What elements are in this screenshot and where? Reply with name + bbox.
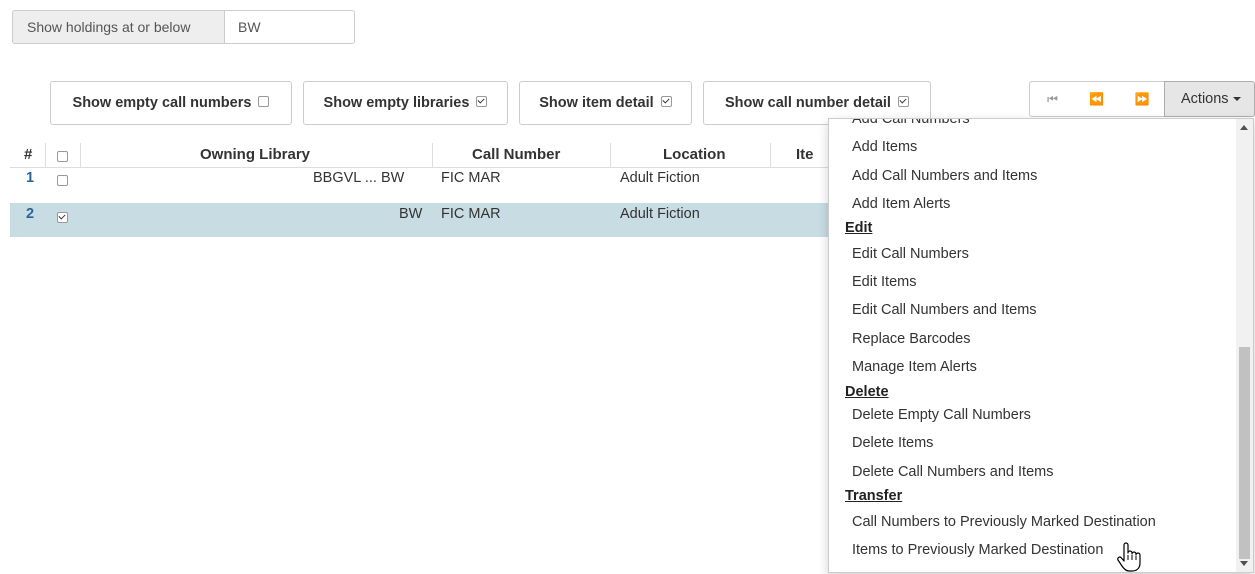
menu-item-edit-call-numbers[interactable]: Edit Call Numbers bbox=[852, 246, 969, 262]
grid-header: # Owning Library Call Number Location It… bbox=[10, 143, 840, 168]
checked-checkbox-icon bbox=[660, 96, 672, 107]
menu-scrollbar[interactable] bbox=[1236, 119, 1253, 572]
checkbox-icon bbox=[57, 175, 68, 186]
column-header-call-number[interactable]: Call Number bbox=[472, 146, 560, 163]
show-item-detail-toggle[interactable]: Show item detail bbox=[519, 81, 692, 125]
actions-label: Actions bbox=[1181, 91, 1229, 107]
checkbox-icon bbox=[258, 96, 270, 107]
next-page-icon: ⏩ bbox=[1134, 92, 1150, 106]
menu-item-replace-barcodes[interactable]: Replace Barcodes bbox=[852, 331, 971, 347]
column-header-location[interactable]: Location bbox=[663, 146, 726, 163]
checkbox-icon bbox=[57, 151, 68, 162]
menu-header-delete: Delete bbox=[845, 384, 889, 400]
table-row[interactable]: 2 BW FIC MAR Adult Fiction bbox=[10, 203, 840, 237]
toggle-label: Show empty libraries bbox=[323, 95, 470, 111]
checked-checkbox-icon bbox=[57, 212, 68, 223]
toggle-label: Show empty call numbers bbox=[72, 95, 252, 111]
menu-item-edit-items[interactable]: Edit Items bbox=[852, 274, 916, 290]
menu-item-manage-item-alerts[interactable]: Manage Item Alerts bbox=[852, 359, 977, 375]
caret-down-icon bbox=[1232, 97, 1241, 101]
owning-library-cell: BW bbox=[399, 206, 423, 222]
menu-item-call-numbers-to-marked-destination[interactable]: Call Numbers to Previously Marked Destin… bbox=[852, 514, 1156, 530]
hand-pointer-icon bbox=[1117, 542, 1141, 572]
toggle-label: Show call number detail bbox=[724, 95, 891, 111]
first-page-icon: ⏮ bbox=[1047, 92, 1058, 106]
row-checkbox[interactable] bbox=[57, 174, 68, 190]
owning-library-cell: BBGVL ... BW bbox=[313, 170, 405, 186]
menu-item-delete-call-numbers-and-items[interactable]: Delete Call Numbers and Items bbox=[852, 464, 1053, 480]
scroll-down-arrow-icon[interactable] bbox=[1240, 561, 1248, 566]
scrollbar-thumb[interactable] bbox=[1239, 347, 1250, 559]
scroll-up-arrow-icon[interactable] bbox=[1240, 125, 1248, 130]
call-number-cell: FIC MAR bbox=[441, 170, 501, 186]
menu-header-edit: Edit bbox=[845, 220, 873, 236]
menu-item-add-call-numbers[interactable]: Add Call Numbers bbox=[852, 119, 970, 127]
menu-item-items-to-marked-destination[interactable]: Items to Previously Marked Destination bbox=[852, 542, 1103, 558]
next-page-button[interactable]: ⏩ bbox=[1118, 81, 1165, 117]
menu-item-edit-call-numbers-and-items[interactable]: Edit Call Numbers and Items bbox=[852, 302, 1037, 318]
select-all-checkbox[interactable] bbox=[57, 149, 68, 166]
checked-checkbox-icon bbox=[476, 96, 488, 107]
holdings-filter-label: Show holdings at or below bbox=[12, 10, 224, 44]
holdings-filter-select[interactable]: BW bbox=[224, 10, 355, 44]
column-header-item[interactable]: Ite bbox=[796, 146, 814, 163]
row-number: 1 bbox=[26, 170, 35, 186]
actions-dropdown-menu: Add Call Numbers Add Items Add Call Numb… bbox=[828, 118, 1254, 573]
menu-item-delete-empty-call-numbers[interactable]: Delete Empty Call Numbers bbox=[852, 407, 1031, 423]
column-header-number[interactable]: # bbox=[24, 146, 32, 163]
column-header-owning-library[interactable]: Owning Library bbox=[200, 146, 310, 163]
row-number: 2 bbox=[26, 206, 35, 222]
menu-header-transfer: Transfer bbox=[845, 488, 903, 504]
location-cell: Adult Fiction bbox=[620, 206, 700, 222]
location-cell: Adult Fiction bbox=[620, 170, 700, 186]
toggle-label: Show item detail bbox=[539, 95, 654, 111]
checked-checkbox-icon bbox=[898, 96, 909, 107]
show-empty-call-numbers-toggle[interactable]: Show empty call numbers bbox=[50, 81, 292, 125]
actions-dropdown-button[interactable]: Actions bbox=[1164, 81, 1255, 117]
show-empty-libraries-toggle[interactable]: Show empty libraries bbox=[303, 81, 508, 125]
row-checkbox[interactable] bbox=[57, 211, 68, 227]
prev-page-button[interactable]: ⏪ bbox=[1073, 81, 1119, 117]
menu-item-delete-items[interactable]: Delete Items bbox=[852, 435, 933, 451]
table-row[interactable]: 1 BBGVL ... BW FIC MAR Adult Fiction bbox=[10, 168, 840, 202]
menu-item-add-item-alerts[interactable]: Add Item Alerts bbox=[852, 196, 950, 212]
menu-item-add-items[interactable]: Add Items bbox=[852, 139, 917, 155]
call-number-cell: FIC MAR bbox=[441, 206, 501, 222]
menu-item-add-call-numbers-and-items[interactable]: Add Call Numbers and Items bbox=[852, 168, 1037, 184]
prev-page-icon: ⏪ bbox=[1089, 92, 1104, 106]
first-page-button[interactable]: ⏮ bbox=[1029, 81, 1074, 117]
